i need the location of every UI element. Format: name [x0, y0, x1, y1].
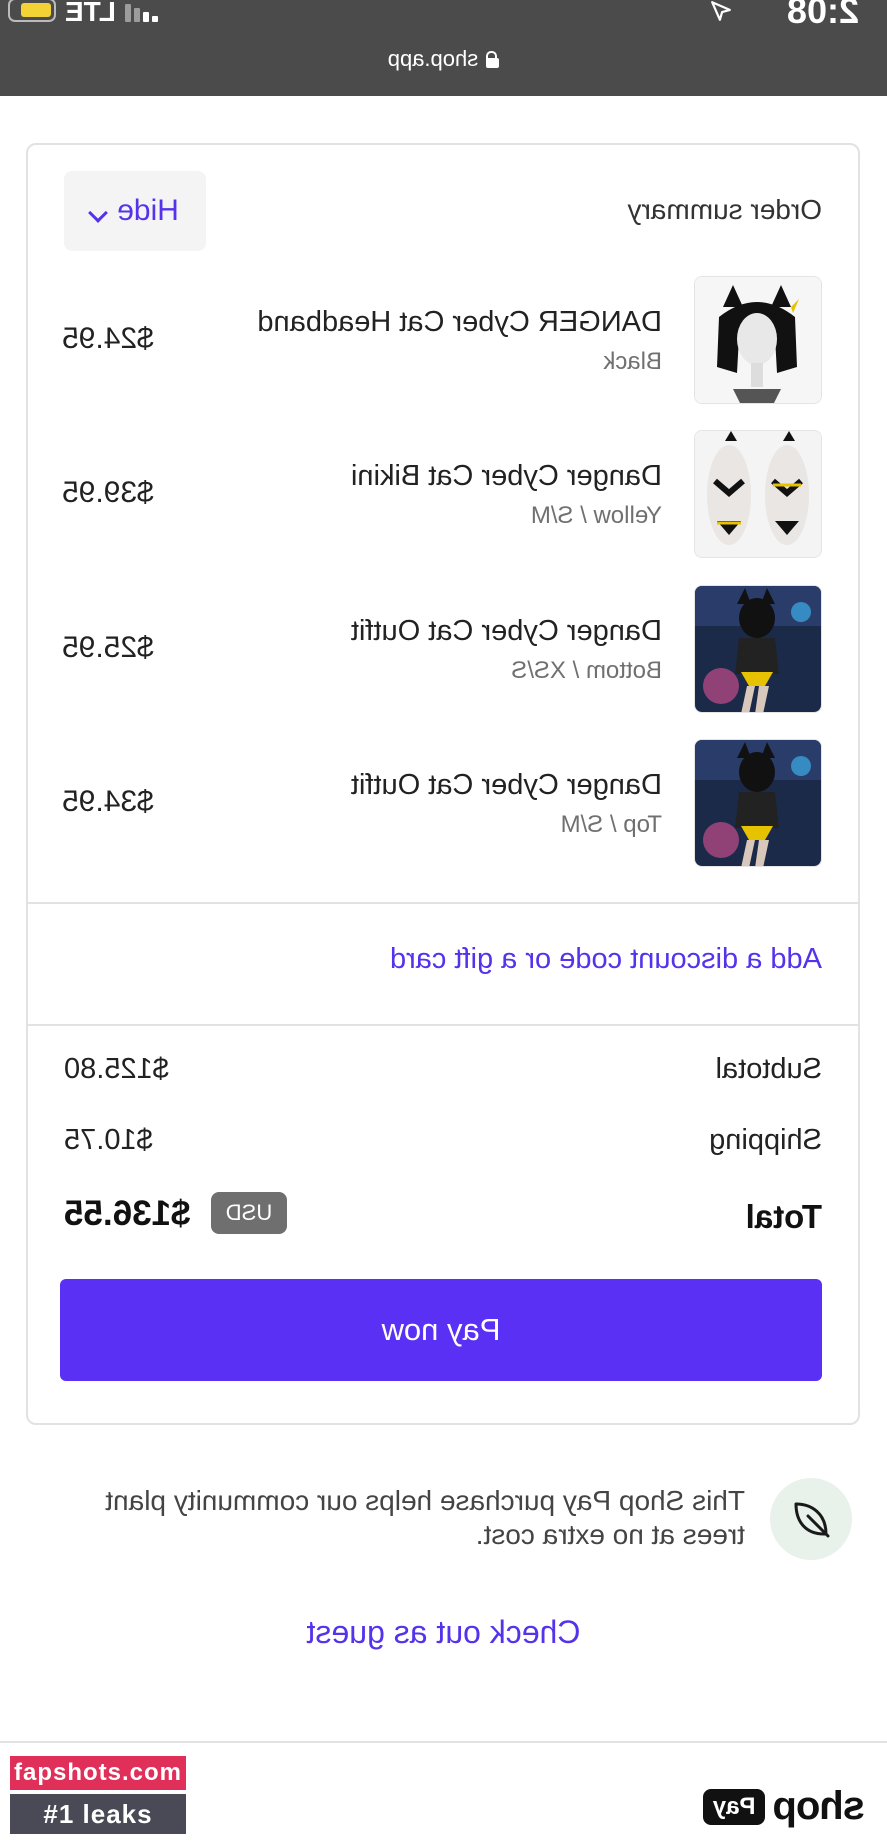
item-price: $25.95: [62, 631, 154, 664]
line-item: DANGER Cyber Cat Headband Black $24.95: [62, 276, 822, 406]
subtotal-value: $125.80: [64, 1053, 169, 1085]
discount-code-link[interactable]: Add a discount code or a gift card: [390, 943, 822, 976]
pay-now-label: Pay now: [381, 1312, 501, 1347]
address-bar[interactable]: shop.app: [0, 46, 887, 72]
product-thumbnail-headband: [694, 276, 822, 404]
watermark-tagline: #1 leaks: [10, 1794, 186, 1834]
url-text: shop.app: [387, 46, 479, 71]
item-price: $24.95: [62, 322, 154, 355]
item-name: Danger Cyber Cat Outfit: [350, 615, 662, 647]
tree-planting-note: This Shop Pay purchase helps our communi…: [105, 1485, 745, 1550]
hide-label: Hide: [117, 194, 179, 227]
pay-logo-pill: Pay: [702, 1788, 766, 1825]
status-row: 2:08 LTE: [0, 0, 887, 34]
shipping-label: Shipping: [709, 1124, 822, 1156]
battery-icon: [8, 0, 56, 22]
divider: [28, 902, 858, 904]
item-variant: Yellow / S/M: [530, 502, 662, 529]
total-value: $136.55: [64, 1194, 191, 1233]
clock: 2:08: [786, 0, 859, 31]
item-name: Danger Cyber Cat Outfit: [350, 769, 662, 801]
chevron-up-icon: [88, 203, 109, 223]
location-arrow-icon: [711, 1, 731, 21]
order-summary-card: Order summary Hide DANGER Cyber Cat Head: [26, 143, 860, 1425]
product-thumbnail-bikini: [694, 430, 822, 558]
line-item: Danger Cyber Cat Outfit Bottom / XS/S $2…: [62, 585, 822, 715]
check-out-as-guest-link[interactable]: Check out as guest: [0, 1614, 887, 1651]
pay-now-button[interactable]: Pay now: [60, 1279, 822, 1381]
lock-icon: [486, 51, 499, 68]
hide-summary-button[interactable]: Hide: [64, 171, 206, 251]
signal-strength-icon: [125, 4, 158, 22]
leaf-icon: [770, 1478, 852, 1560]
watermark-site: fapshots.com: [10, 1756, 186, 1790]
item-name: Danger Cyber Cat Bikini: [350, 460, 662, 492]
item-price: $39.95: [62, 476, 154, 509]
line-item: Danger Cyber Cat Outfit Top / S/M $34.95: [62, 739, 822, 869]
order-summary-title: Order summary: [627, 194, 822, 225]
divider: [28, 1024, 858, 1026]
watermark: fapshots.com #1 leaks: [10, 1756, 186, 1836]
item-variant: Bottom / XS/S: [511, 657, 662, 684]
product-thumbnail-outfit-top: [694, 739, 822, 867]
product-thumbnail-outfit-bottom: [694, 585, 822, 713]
subtotal-label: Subtotal: [715, 1053, 822, 1085]
carrier-label: LTE: [65, 0, 116, 27]
guest-link-label: Check out as guest: [306, 1614, 581, 1650]
currency-badge: USD: [211, 1192, 287, 1234]
total-label: Total: [745, 1198, 822, 1235]
shipping-value: $10.75: [64, 1124, 153, 1156]
item-variant: Black: [603, 348, 662, 375]
mirrored-page: 2:08 LTE shop.app Order summary Hide DAN…: [0, 0, 887, 1844]
item-name: DANGER Cyber Cat Headband: [257, 306, 662, 338]
item-variant: Top / S/M: [560, 811, 662, 838]
footer-divider: [0, 1741, 887, 1743]
shop-pay-logo: shop Pay: [702, 1784, 865, 1829]
line-item: Danger Cyber Cat Bikini Yellow / S/M $39…: [62, 430, 822, 560]
shop-logo-word: shop: [773, 1784, 865, 1828]
browser-status-bar: 2:08 LTE shop.app: [0, 0, 887, 96]
item-price: $34.95: [62, 785, 154, 818]
